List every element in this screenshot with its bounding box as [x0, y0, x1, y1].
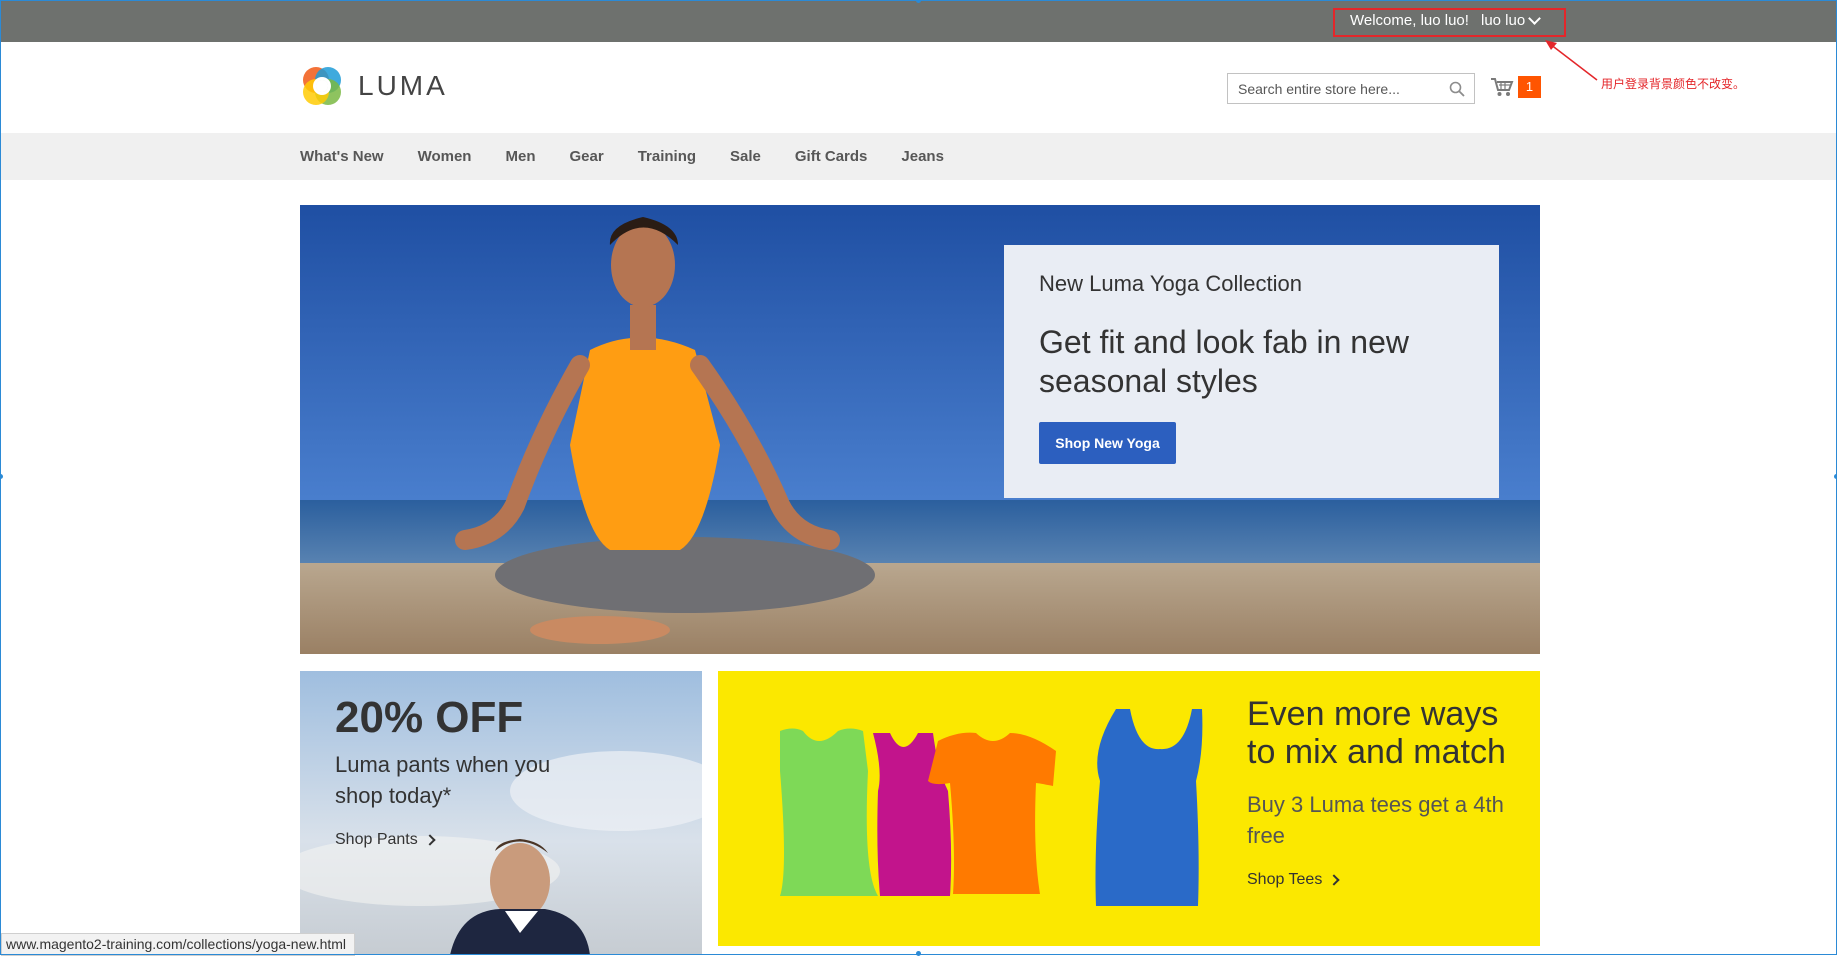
chevron-right-icon [1328, 874, 1340, 886]
logo-text: LUMA [358, 70, 448, 101]
resize-handle-bottom[interactable] [916, 951, 921, 956]
tees-promo-subtitle: Buy 3 Luma tees get a 4th free [1247, 792, 1504, 848]
shop-pants-link[interactable]: Shop Pants [335, 831, 436, 849]
nav-item-whats-new[interactable]: What's New [300, 148, 384, 165]
hero-banner[interactable]: New Luma Yoga Collection Get fit and loo… [300, 205, 1540, 654]
annotation-arrow [1545, 40, 1598, 81]
nav-item-gift-cards[interactable]: Gift Cards [795, 148, 868, 165]
shop-tees-link[interactable]: Shop Tees [1247, 871, 1340, 889]
resize-handle-left[interactable] [0, 474, 3, 479]
nav-item-gear[interactable]: Gear [569, 148, 603, 165]
search-input[interactable] [1228, 74, 1458, 103]
shop-pants-label: Shop Pants [335, 831, 418, 848]
hero-kicker: New Luma Yoga Collection [1039, 271, 1302, 296]
promo-pants-block[interactable]: 20% OFF Luma pants when you shop today* … [300, 671, 702, 955]
pants-promo-title: 20% OFF [335, 693, 524, 742]
main-navigation: What's New Women Men Gear Training Sale … [0, 133, 1837, 180]
browser-status-bar: www.magento2-training.com/collections/yo… [1, 933, 356, 956]
minicart-button[interactable]: 1 [1490, 76, 1541, 98]
annotation-note: 用户登录背景颜色不改变。 [1601, 77, 1746, 91]
promo-tees-block[interactable]: Even more ways to mix and match Buy 3 Lu… [718, 671, 1540, 946]
cart-count-badge: 1 [1518, 76, 1541, 98]
shop-tees-label: Shop Tees [1247, 871, 1323, 888]
hero-content-panel: New Luma Yoga Collection Get fit and loo… [1004, 245, 1499, 498]
luma-logo[interactable]: LUMA [300, 64, 448, 108]
nav-item-women[interactable]: Women [418, 148, 472, 165]
nav-item-men[interactable]: Men [505, 148, 535, 165]
nav-item-jeans[interactable]: Jeans [901, 148, 944, 165]
search-icon[interactable] [1449, 81, 1465, 97]
chevron-right-icon [424, 834, 436, 846]
tees-promo-title: Even more ways to mix and match [1247, 695, 1506, 771]
luma-logo-icon [303, 67, 341, 105]
search-box [1227, 73, 1475, 104]
nav-item-training[interactable]: Training [638, 148, 696, 165]
pants-promo-subtitle: Luma pants when you shop today* [335, 752, 551, 808]
hero-title: Get fit and look fab in new seasonal sty… [1039, 324, 1409, 399]
nav-item-sale[interactable]: Sale [730, 148, 761, 165]
cart-icon [1491, 78, 1514, 96]
shop-new-yoga-button[interactable]: Shop New Yoga [1039, 422, 1176, 464]
